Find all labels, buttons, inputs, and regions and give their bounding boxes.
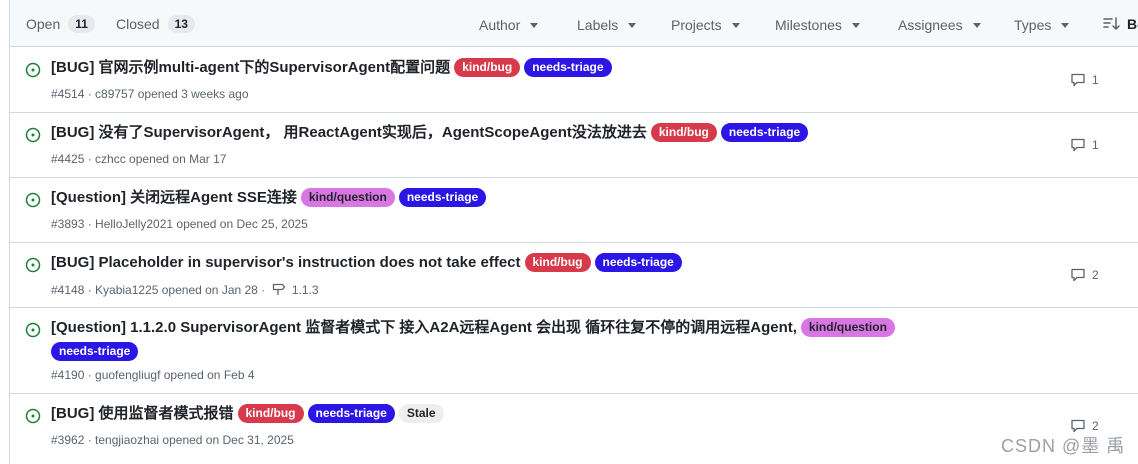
issue-meta: #4425 · czhcc opened on Mar 17: [51, 152, 227, 166]
label-kind-bug[interactable]: kind/bug: [237, 404, 304, 423]
open-tab-label: Open: [26, 16, 61, 32]
open-issues-tab[interactable]: Open 11: [26, 13, 95, 35]
sort-icon[interactable]: [1103, 16, 1121, 32]
issue-meta: #4148 · Kyabia1225 opened on Jan 28 · 1.…: [51, 282, 319, 297]
comments-link[interactable]: 2: [1070, 267, 1099, 283]
issue-row[interactable]: [Question] 1.1.2.0 SupervisorAgent 监督者模式…: [10, 308, 1138, 394]
comment-count: 2: [1092, 419, 1099, 433]
issue-title-link[interactable]: [BUG] 使用监督者模式报错: [51, 405, 234, 422]
labels-filter-label: Labels: [577, 17, 619, 33]
issue-title-line: [Question] 关闭远程Agent SSE连接 kind/question n…: [51, 186, 950, 210]
comment-count: 2: [1092, 268, 1099, 282]
closed-count-badge: 13: [167, 15, 195, 33]
comment-icon: [1071, 138, 1085, 152]
comments-link[interactable]: 1: [1070, 137, 1099, 153]
issue-title-line: [BUG] 官网示例multi-agent下的SupervisorAgent配置…: [51, 56, 950, 80]
closed-issues-tab[interactable]: Closed 13: [116, 13, 195, 35]
label-kind-bug[interactable]: kind/bug: [454, 58, 521, 77]
comment-icon: [1071, 268, 1085, 282]
comment-count: 1: [1092, 73, 1099, 87]
types-filter[interactable]: Types: [1014, 15, 1070, 35]
milestone-icon: [272, 283, 285, 295]
milestones-filter-label: Milestones: [775, 17, 842, 33]
issue-title-line: [BUG] 使用监督者模式报错 kind/bug needs-triage Stale: [51, 402, 950, 426]
issue-row[interactable]: [BUG] 官网示例multi-agent下的SupervisorAgent配置…: [10, 47, 1138, 113]
issues-list: Open 11 Closed 13 Author Labels Projects…: [9, 0, 1138, 464]
types-filter-label: Types: [1014, 17, 1052, 33]
label-needs-triage[interactable]: needs-triage: [398, 188, 487, 207]
chevron-down-icon: [1061, 22, 1070, 28]
projects-filter-label: Projects: [671, 17, 722, 33]
author-filter-label: Author: [479, 17, 521, 33]
milestones-filter[interactable]: Milestones: [775, 15, 860, 35]
comment-icon: [1071, 73, 1085, 87]
issue-meta-text: #4148 · Kyabia1225 opened on Jan 28 ·: [51, 283, 266, 297]
issue-row[interactable]: [BUG] Placeholder in supervisor's instru…: [10, 243, 1138, 308]
chevron-down-icon: [628, 22, 637, 28]
chevron-down-icon: [851, 22, 860, 28]
chevron-down-icon: [530, 22, 539, 28]
label-kind-question[interactable]: kind/question: [300, 188, 395, 207]
issue-title-link[interactable]: [BUG] Placeholder in supervisor's instru…: [51, 254, 521, 271]
issue-title-link[interactable]: [Question] 关闭远程Agent SSE连接: [51, 189, 297, 206]
author-filter[interactable]: Author: [479, 15, 539, 35]
issue-meta: #3893 · HelloJelly2021 opened on Dec 25,…: [51, 217, 308, 231]
issue-meta: #4190 · guofengliugf opened on Feb 4: [51, 368, 255, 382]
issue-open-icon: [25, 257, 41, 273]
label-needs-triage[interactable]: needs-triage: [720, 123, 809, 142]
chevron-down-icon: [731, 22, 740, 28]
comments-link[interactable]: 1: [1070, 72, 1099, 88]
label-kind-question[interactable]: kind/question: [800, 318, 895, 337]
issue-title-line: [BUG] 没有了SupervisorAgent， 用ReactAgent实现后…: [51, 121, 950, 145]
issue-open-icon: [25, 127, 41, 143]
label-kind-bug[interactable]: kind/bug: [650, 123, 717, 142]
issue-open-icon: [25, 62, 41, 78]
csdn-watermark: CSDN @墨 禹: [1001, 436, 1126, 456]
assignees-filter[interactable]: Assignees: [898, 15, 981, 35]
issue-row[interactable]: [Question] 关闭远程Agent SSE连接 kind/question n…: [10, 178, 1138, 243]
label-needs-triage[interactable]: needs-triage: [524, 58, 612, 77]
issue-title-line: [BUG] Placeholder in supervisor's instru…: [51, 251, 950, 275]
issue-open-icon: [25, 408, 41, 424]
sort-label[interactable]: Be: [1127, 16, 1138, 32]
closed-tab-label: Closed: [116, 16, 160, 32]
issue-open-icon: [25, 322, 41, 338]
issue-row[interactable]: [BUG] 使用监督者模式报错 kind/bug needs-triage Stale…: [10, 394, 1138, 464]
issue-title-link[interactable]: [BUG] 没有了SupervisorAgent， 用ReactAgent实现后…: [51, 124, 647, 141]
issue-meta: #4514 · c89757 opened 3 weeks ago: [51, 87, 249, 101]
comment-count: 1: [1092, 138, 1099, 152]
issue-open-icon: [25, 192, 41, 208]
label-kind-bug[interactable]: kind/bug: [524, 253, 591, 272]
projects-filter[interactable]: Projects: [671, 15, 740, 35]
milestone-link[interactable]: 1.1.3: [292, 283, 319, 297]
open-count-badge: 11: [68, 15, 95, 33]
labels-filter[interactable]: Labels: [577, 15, 637, 35]
assignees-filter-label: Assignees: [898, 17, 963, 33]
issue-title-link[interactable]: [BUG] 官网示例multi-agent下的SupervisorAgent配置…: [51, 59, 450, 76]
label-needs-triage[interactable]: needs-triage: [51, 342, 139, 361]
issue-row[interactable]: [BUG] 没有了SupervisorAgent， 用ReactAgent实现后…: [10, 113, 1138, 178]
label-stale[interactable]: Stale: [398, 404, 444, 423]
issue-title-line: [Question] 1.1.2.0 SupervisorAgent 监督者模式…: [51, 316, 950, 364]
issue-title-link[interactable]: [Question] 1.1.2.0 SupervisorAgent 监督者模式…: [51, 319, 797, 336]
issue-meta: #3962 · tengjiaozhai opened on Dec 31, 2…: [51, 433, 294, 447]
label-needs-triage[interactable]: needs-triage: [307, 404, 395, 423]
issues-list-header: Open 11 Closed 13 Author Labels Projects…: [10, 0, 1138, 47]
label-needs-triage[interactable]: needs-triage: [594, 253, 682, 272]
chevron-down-icon: [972, 22, 981, 28]
